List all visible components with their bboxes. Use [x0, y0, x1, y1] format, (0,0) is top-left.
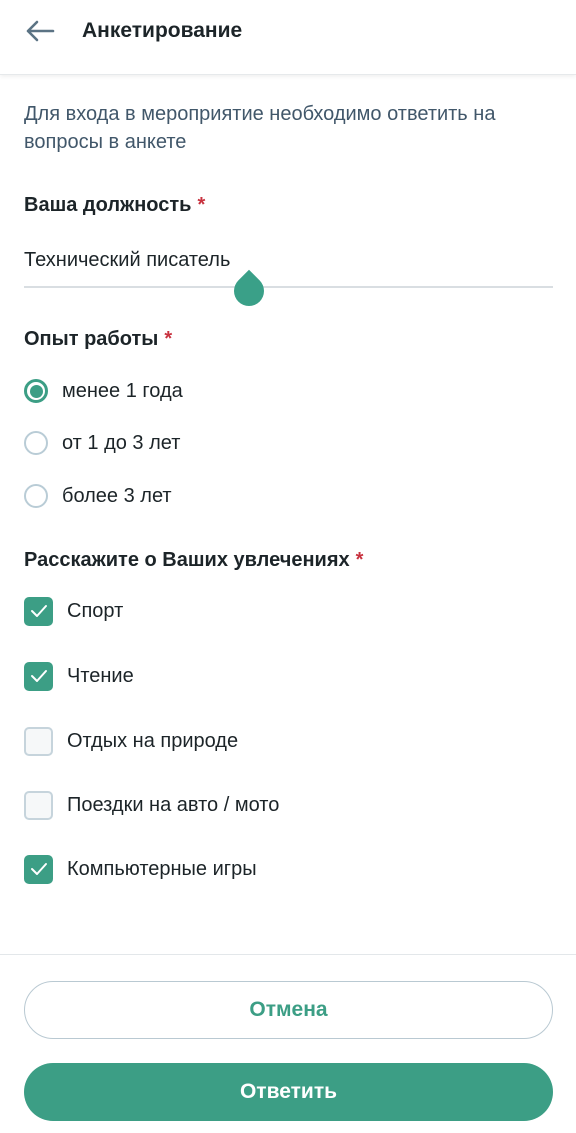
check-icon	[30, 670, 47, 682]
question-hobbies-label: Расскажите о Ваших увлечениях	[24, 549, 350, 571]
checkbox-checked[interactable]	[24, 596, 53, 626]
checkbox-option-computer-games[interactable]: Компьютерные игры	[24, 853, 544, 885]
submit-button[interactable]: Ответить	[24, 1063, 553, 1121]
checkbox-option-label: Отдых на природе	[67, 730, 239, 752]
radio-option-label: менее 1 года	[62, 380, 183, 402]
checkbox-option-label: Компьютерные игры	[67, 858, 257, 880]
radio-option-1-to-3-years[interactable]: от 1 до 3 лет	[24, 427, 544, 459]
radio-option-label: от 1 до 3 лет	[62, 432, 181, 454]
footer-actions: Отмена Ответить	[0, 954, 576, 1133]
checkbox-checked[interactable]	[24, 854, 53, 884]
check-icon	[30, 863, 47, 875]
checkbox-option-nature[interactable]: Отдых на природе	[24, 725, 544, 757]
intro-text: Для входа в мероприятие необходимо ответ…	[24, 103, 496, 153]
radio-button[interactable]	[24, 431, 48, 455]
radio-option-label: более 3 лет	[62, 485, 172, 507]
radio-button[interactable]	[24, 484, 48, 508]
position-input-underline	[24, 286, 553, 288]
radio-dot	[29, 384, 43, 398]
cancel-button[interactable]: Отмена	[24, 981, 553, 1039]
question-position-label: Ваша должность	[24, 194, 192, 216]
position-input[interactable]: Технический писатель	[24, 246, 230, 274]
checkbox[interactable]	[24, 726, 53, 756]
required-asterisk: *	[164, 328, 173, 350]
app-header: Анкетирование	[0, 0, 576, 75]
arrow-left-icon	[26, 20, 55, 42]
checkbox-option-label: Поездки на авто / мото	[67, 794, 280, 816]
question-experience-title: Опыт работы *	[24, 326, 172, 352]
checkbox-option-sport[interactable]: Спорт	[24, 595, 544, 627]
page-title: Анкетирование	[82, 19, 243, 42]
checkbox[interactable]	[24, 790, 53, 820]
question-experience-label: Опыт работы	[24, 328, 159, 350]
checkbox-option-auto-moto[interactable]: Поездки на авто / мото	[24, 789, 544, 821]
checkbox-checked[interactable]	[24, 661, 53, 691]
required-asterisk: *	[197, 194, 206, 216]
required-asterisk: *	[355, 549, 364, 571]
back-button[interactable]	[18, 14, 62, 48]
checkbox-option-reading[interactable]: Чтение	[24, 660, 544, 692]
checkbox-option-label: Чтение	[67, 665, 134, 687]
radio-option-less-1-year[interactable]: менее 1 года	[24, 375, 544, 407]
question-position-title: Ваша должность *	[24, 192, 205, 218]
check-icon	[30, 605, 47, 617]
text-cursor-handle[interactable]	[227, 269, 271, 313]
question-hobbies-title: Расскажите о Ваших увлечениях *	[24, 547, 363, 573]
checkbox-option-label: Спорт	[67, 600, 124, 622]
radio-button-selected[interactable]	[24, 379, 48, 403]
radio-option-more-3-years[interactable]: более 3 лет	[24, 480, 544, 512]
